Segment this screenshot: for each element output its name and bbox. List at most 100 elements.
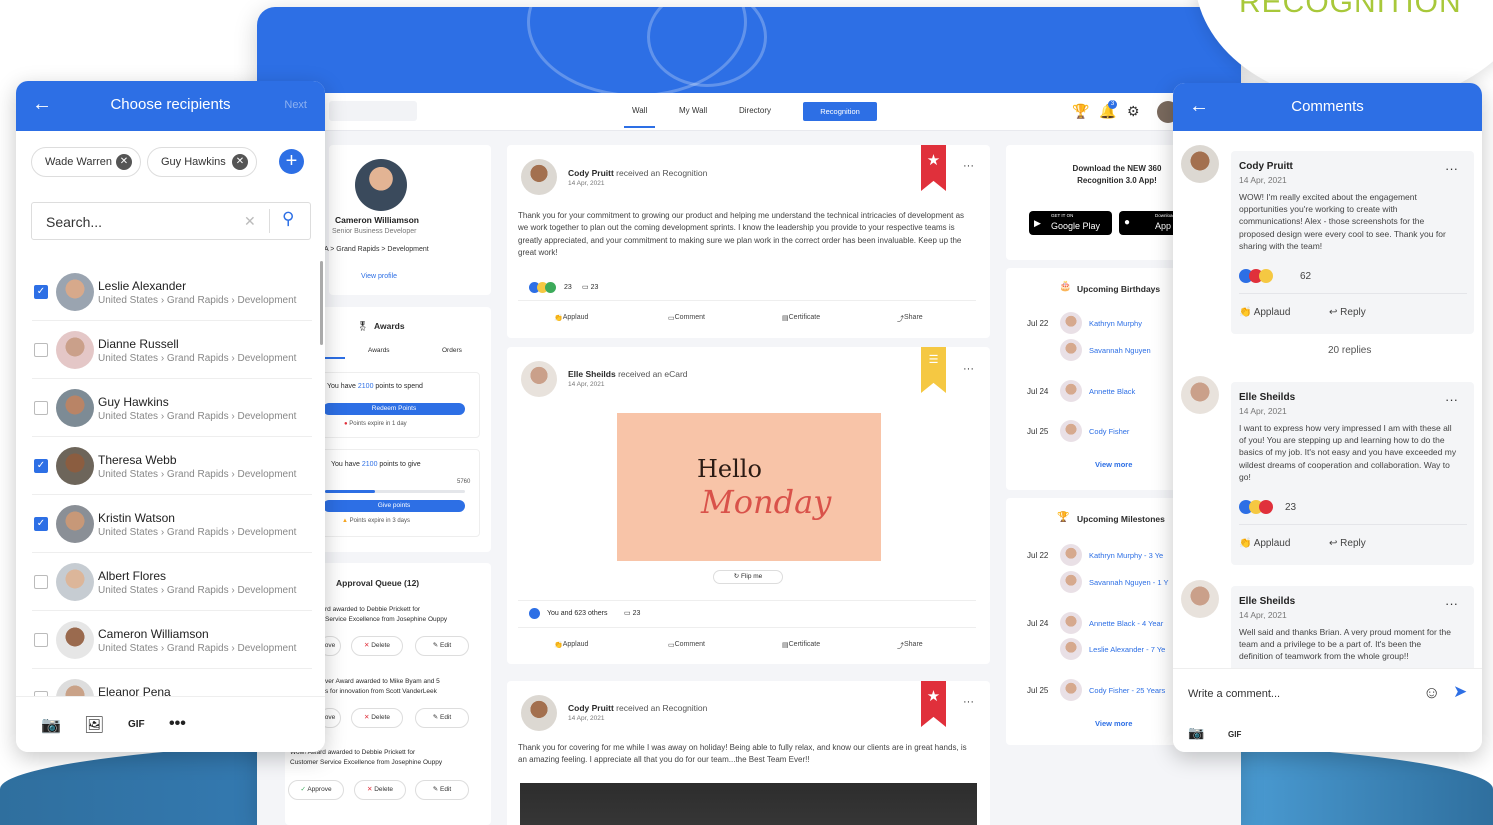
applaud-button[interactable]: 👏 Applaud	[554, 314, 588, 322]
search-icon[interactable]: ⚲	[282, 209, 294, 229]
tab-my-wall[interactable]: My Wall	[679, 106, 707, 115]
remove-chip-icon[interactable]: ✕	[116, 154, 132, 170]
milestone-name[interactable]: Annette Black - 4 Year	[1089, 619, 1163, 628]
list-item[interactable]: Cameron Williamson United States › Grand …	[32, 611, 312, 669]
emoji-icon[interactable]: ☺	[1423, 683, 1440, 703]
tab-wall[interactable]: Wall	[623, 106, 656, 128]
comment-text: I want to express how very impressed I a…	[1239, 423, 1457, 482]
milestone-name[interactable]: Kathryn Murphy - 3 Ye	[1089, 551, 1163, 560]
certificate-button[interactable]: ▤ Certificate	[782, 641, 820, 649]
list-scrollbar[interactable]	[320, 261, 323, 345]
birthday-date: Jul 25	[1027, 427, 1049, 436]
like-reaction-icon	[545, 282, 556, 293]
tab-directory[interactable]: Directory	[739, 106, 771, 115]
birthday-name[interactable]: Annette Black	[1089, 387, 1135, 396]
milestone-name[interactable]: Savannah Nguyen - 1 Y	[1089, 578, 1169, 587]
approve-button[interactable]: ✓ Approve	[288, 780, 344, 800]
applaud-reaction-icon	[529, 608, 540, 619]
replies-link[interactable]: 20 replies	[1328, 345, 1371, 356]
list-item[interactable]: ✓ Theresa Webb United States › Grand Rapid…	[32, 437, 312, 495]
global-search[interactable]	[329, 101, 417, 121]
share-button[interactable]: ⤴ Share	[897, 314, 923, 324]
checkbox-checked[interactable]: ✓	[34, 517, 48, 531]
person-name: Theresa Webb	[98, 453, 177, 467]
reply-button[interactable]: ↩ Reply	[1329, 307, 1366, 318]
recognition-button[interactable]: Recognition	[803, 102, 877, 121]
applaud-button[interactable]: 👏 Applaud	[554, 641, 588, 649]
give-points-button[interactable]: Give points	[323, 500, 465, 512]
list-item[interactable]: Albert Flores United States › Grand Rapid…	[32, 553, 312, 611]
comment-avatar	[1181, 376, 1219, 414]
avatar	[56, 505, 94, 543]
add-recipient-button[interactable]: +	[279, 149, 304, 174]
post-menu-dots[interactable]: ···	[963, 696, 974, 708]
post-header: Cody Pruitt received an Recognition	[568, 703, 708, 713]
comment-button[interactable]: ▭ Comment	[668, 641, 705, 649]
send-icon[interactable]: ➤	[1453, 682, 1467, 702]
ecard-hello-text: Hello	[697, 455, 762, 483]
milestones-view-more[interactable]: View more	[1095, 719, 1132, 728]
milestone-avatar	[1060, 612, 1082, 634]
image-icon[interactable]: 🖼	[84, 715, 104, 735]
certificate-button[interactable]: ▤ Certificate	[782, 314, 820, 322]
gear-icon[interactable]: ⚙	[1127, 103, 1140, 120]
edit-button[interactable]: ✎ Edit	[415, 708, 469, 728]
post-avatar	[521, 695, 557, 731]
comment-menu-dots[interactable]: ···	[1445, 161, 1458, 176]
milestone-name[interactable]: Leslie Alexander - 7 Ye	[1089, 645, 1165, 654]
checkbox[interactable]	[34, 633, 48, 647]
ecard-image: Hello Monday	[617, 413, 881, 561]
edit-button[interactable]: ✎ Edit	[415, 780, 469, 800]
list-item[interactable]: Guy Hawkins United States › Grand Rapids …	[32, 379, 312, 437]
share-button[interactable]: ⤴ Share	[897, 641, 923, 651]
post-header: Elle Sheilds received an eCard	[568, 369, 688, 379]
milestone-date: Jul 25	[1027, 686, 1049, 695]
view-profile-link[interactable]: View profile	[361, 273, 397, 280]
redeem-points-button[interactable]: Redeem Points	[323, 403, 465, 415]
list-item[interactable]: ✓ Kristin Watson United States › Grand Rap…	[32, 495, 312, 553]
camera-icon[interactable]: 📷	[1188, 725, 1204, 741]
camera-icon[interactable]: 📷	[41, 715, 61, 735]
comment-button[interactable]: ▭ Comment	[668, 314, 705, 322]
delete-button[interactable]: ✕ Delete	[351, 708, 403, 728]
list-item[interactable]: Dianne Russell United States › Grand Rapi…	[32, 321, 312, 379]
comment-author: Cody Pruitt	[1239, 161, 1293, 172]
gif-button[interactable]: GIF	[1228, 730, 1241, 739]
comment-menu-dots[interactable]: ···	[1445, 596, 1458, 611]
checkbox[interactable]	[34, 575, 48, 589]
comment-input[interactable]: Write a comment...	[1188, 688, 1280, 700]
approval-item-1: rd awarded to Debbie Prickett for Service…	[325, 606, 448, 623]
list-item[interactable]: ✓ Leslie Alexander United States › Grand R…	[32, 263, 312, 321]
gif-button[interactable]: GIF	[128, 719, 145, 730]
applaud-button[interactable]: 👏 Applaud	[1239, 538, 1290, 549]
remove-chip-icon[interactable]: ✕	[232, 154, 248, 170]
comment-date: 14 Apr, 2021	[1239, 406, 1287, 416]
post-header: Cody Pruitt received an Recognition	[568, 168, 708, 178]
checkbox[interactable]	[34, 343, 48, 357]
tab-awards[interactable]: Awards	[368, 347, 390, 354]
applaud-button[interactable]: 👏 Applaud	[1239, 307, 1290, 318]
reply-button[interactable]: ↩ Reply	[1329, 538, 1366, 549]
birthday-name[interactable]: Cody Fisher	[1089, 427, 1129, 436]
checkbox-checked[interactable]: ✓	[34, 285, 48, 299]
birthday-name[interactable]: Savannah Nguyen	[1089, 346, 1151, 355]
search-input[interactable]: Search... ✕ ⚲	[31, 202, 311, 240]
post-menu-dots[interactable]: ···	[963, 363, 974, 375]
birthday-name[interactable]: Kathryn Murphy	[1089, 319, 1142, 328]
edit-button[interactable]: ✎ Edit	[415, 636, 469, 656]
google-play-button[interactable]: ▶ GET IT ON Google Play	[1029, 211, 1112, 235]
clear-search-icon[interactable]: ✕	[244, 213, 256, 230]
comment-menu-dots[interactable]: ···	[1445, 392, 1458, 407]
birthdays-view-more[interactable]: View more	[1095, 460, 1132, 469]
trophy-icon[interactable]: 🏆	[1072, 103, 1089, 120]
delete-button[interactable]: ✕ Delete	[354, 780, 406, 800]
milestone-name[interactable]: Cody Fisher - 25 Years	[1089, 686, 1165, 695]
flip-me-button[interactable]: ↻ Flip me	[713, 570, 783, 584]
tab-orders[interactable]: Orders	[442, 347, 462, 354]
post-menu-dots[interactable]: ···	[963, 160, 974, 172]
more-icon[interactable]: •••	[169, 715, 186, 733]
checkbox-checked[interactable]: ✓	[34, 459, 48, 473]
delete-button[interactable]: ✕ Delete	[351, 636, 403, 656]
next-button[interactable]: Next	[284, 99, 307, 111]
checkbox[interactable]	[34, 401, 48, 415]
